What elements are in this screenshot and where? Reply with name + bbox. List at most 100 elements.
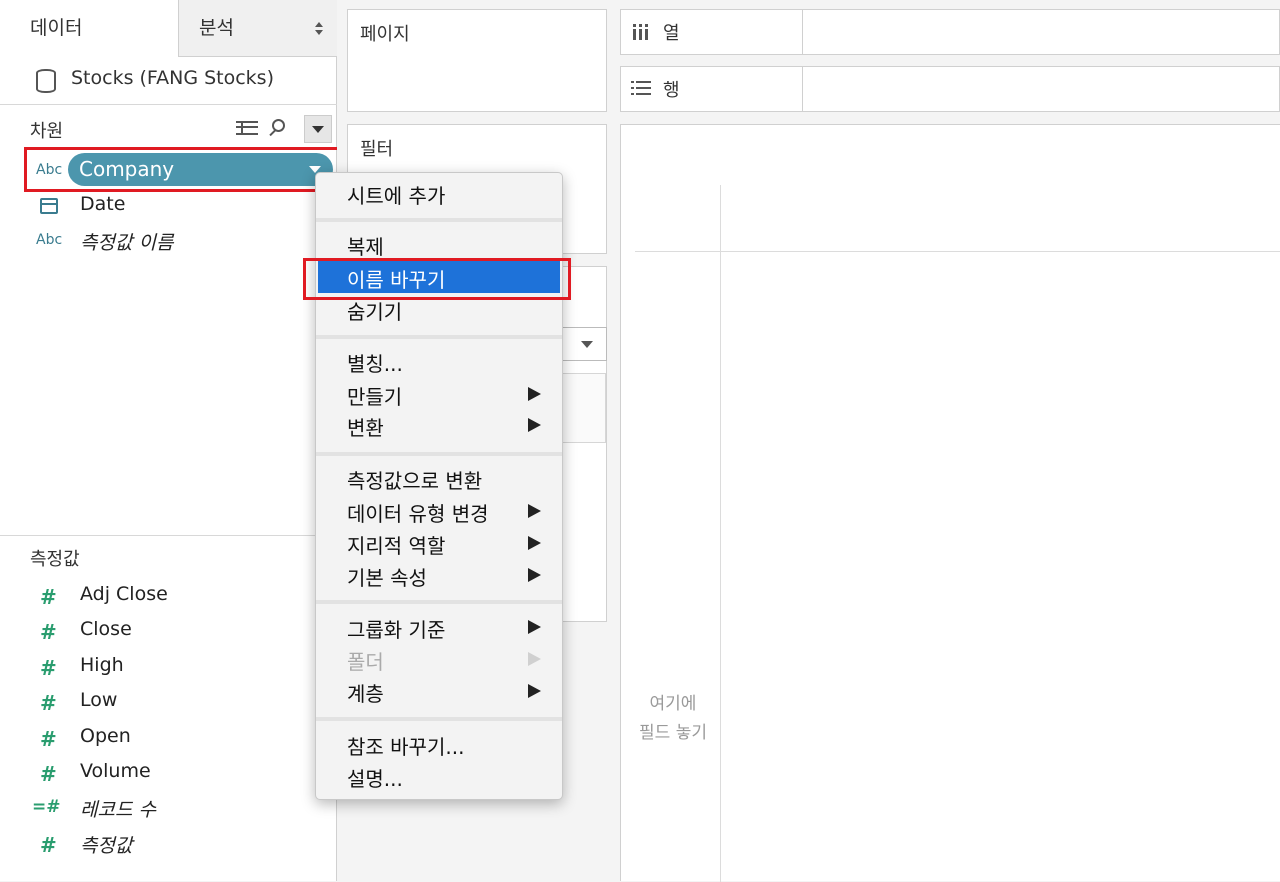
rows-shelf-label: 행: [621, 67, 803, 111]
rows-label: 행: [663, 80, 680, 101]
field-name: Date: [80, 193, 126, 215]
datasource-label: Stocks (FANG Stocks): [71, 67, 274, 89]
menu-item-group-by[interactable]: 그룹화 기준: [316, 611, 562, 643]
field-name: Close: [80, 618, 132, 640]
dimension-field-measure-names[interactable]: Abc 측정값 이름: [0, 224, 337, 258]
submenu-arrow-icon: [528, 568, 541, 582]
menu-item-label: 만들기: [347, 385, 403, 409]
menu-separator: [316, 717, 562, 721]
columns-icon: [633, 24, 651, 40]
view-list-icon[interactable]: [236, 121, 258, 135]
menu-item-label: 변환: [347, 416, 384, 440]
calculated-number-icon: =#: [32, 797, 61, 817]
drop-hint-line2: 필드 놓기: [639, 723, 707, 743]
menu-item-describe[interactable]: 설명...: [316, 760, 562, 792]
filters-card-title: 필터: [360, 139, 394, 160]
dimensions-menu-dropdown[interactable]: [304, 115, 332, 143]
menu-separator: [316, 452, 562, 456]
menu-item-label: 참조 바꾸기...: [347, 735, 465, 759]
field-name: High: [80, 654, 124, 676]
canvas-divider-horizontal: [635, 251, 1280, 252]
menu-item-label: 별칭...: [347, 352, 403, 376]
measure-field-measure-values[interactable]: # 측정값: [0, 827, 337, 861]
menu-item-label: 기본 속성: [347, 566, 427, 590]
database-icon: [36, 69, 56, 93]
menu-item-label: 측정값으로 변환: [347, 469, 483, 493]
measure-field-low[interactable]: # Low: [0, 685, 337, 719]
rows-icon: [631, 81, 651, 97]
field-name: 레코드 수: [80, 799, 156, 821]
menu-item-label: 계층: [347, 682, 384, 706]
menu-item-label: 지리적 역할: [347, 534, 446, 558]
rows-shelf[interactable]: 행: [620, 66, 1280, 112]
menu-item-add-to-sheet[interactable]: 시트에 추가: [316, 177, 562, 209]
menu-separator: [316, 335, 562, 339]
menu-item-convert-to-measure[interactable]: 측정값으로 변환: [316, 462, 562, 494]
measure-field-open[interactable]: # Open: [0, 721, 337, 755]
columns-shelf[interactable]: 열: [620, 9, 1280, 55]
datasource-item[interactable]: Stocks (FANG Stocks): [0, 57, 337, 105]
submenu-arrow-icon: [528, 504, 541, 518]
canvas-divider-vertical: [720, 185, 721, 882]
tab-analysis[interactable]: 분석: [178, 0, 337, 57]
field-name: Volume: [80, 760, 151, 782]
menu-item-transform[interactable]: 변환: [316, 409, 562, 441]
annotation-box-company: [24, 147, 344, 192]
string-type-icon: Abc: [36, 232, 63, 248]
columns-label: 열: [663, 23, 680, 44]
columns-shelf-label: 열: [621, 10, 803, 54]
number-type-icon: #: [40, 585, 57, 609]
field-name: Open: [80, 725, 131, 747]
tab-data[interactable]: 데이터: [0, 0, 178, 57]
menu-separator: [316, 600, 562, 604]
menu-item-change-data-type[interactable]: 데이터 유형 변경: [316, 495, 562, 527]
submenu-arrow-icon: [528, 387, 541, 401]
menu-item-replace-references[interactable]: 참조 바꾸기...: [316, 728, 562, 760]
divider: [0, 535, 337, 536]
field-name: 측정값 이름: [80, 232, 174, 254]
measure-field-volume[interactable]: # Volume: [0, 756, 337, 790]
menu-item-duplicate[interactable]: 복제: [316, 228, 562, 260]
drop-field-hint[interactable]: 여기에 필드 놓기: [631, 690, 715, 748]
dimensions-title: 차원: [30, 121, 64, 142]
submenu-arrow-icon: [528, 652, 541, 666]
field-name: Adj Close: [80, 583, 168, 605]
menu-item-label: 폴더: [347, 650, 384, 674]
submenu-arrow-icon: [528, 418, 541, 432]
measure-field-close[interactable]: # Close: [0, 614, 337, 648]
number-type-icon: #: [40, 762, 57, 786]
menu-item-aliases[interactable]: 별칭...: [316, 345, 562, 377]
data-pane: 데이터 분석 Stocks (FANG Stocks) 차원 Abc Compa…: [0, 0, 344, 881]
pages-card[interactable]: 페이지: [347, 9, 607, 112]
menu-separator: [316, 218, 562, 222]
pages-card-title: 페이지: [360, 24, 410, 45]
menu-item-label: 그룹화 기준: [347, 618, 446, 642]
number-type-icon: #: [40, 727, 57, 751]
dimension-field-date[interactable]: Date: [0, 189, 337, 223]
menu-item-folders: 폴더: [316, 643, 562, 675]
menu-item-default-properties[interactable]: 기본 속성: [316, 559, 562, 591]
field-name: Low: [80, 689, 118, 711]
measure-field-record-count[interactable]: =# 레코드 수: [0, 791, 337, 825]
number-type-icon: #: [40, 691, 57, 715]
view-canvas[interactable]: 여기에 필드 놓기: [620, 124, 1280, 882]
tab-analysis-label: 분석: [199, 17, 234, 39]
drop-hint-line1: 여기에: [649, 694, 697, 714]
measure-field-adj-close[interactable]: # Adj Close: [0, 579, 337, 613]
calendar-icon: [40, 198, 58, 214]
menu-item-label: 설명...: [347, 767, 403, 791]
menu-item-label: 데이터 유형 변경: [347, 502, 489, 526]
menu-item-hierarchy[interactable]: 계층: [316, 675, 562, 707]
number-type-icon: #: [40, 833, 57, 857]
menu-item-label: 복제: [347, 235, 384, 259]
submenu-arrow-icon: [528, 684, 541, 698]
number-type-icon: #: [40, 620, 57, 644]
measure-field-high[interactable]: # High: [0, 650, 337, 684]
search-icon[interactable]: [272, 119, 285, 132]
number-type-icon: #: [40, 656, 57, 680]
field-name: 측정값: [80, 835, 133, 857]
menu-item-label: 시트에 추가: [347, 184, 446, 208]
submenu-arrow-icon: [528, 620, 541, 634]
menu-item-create[interactable]: 만들기: [316, 378, 562, 410]
menu-item-geographic-role[interactable]: 지리적 역할: [316, 527, 562, 559]
